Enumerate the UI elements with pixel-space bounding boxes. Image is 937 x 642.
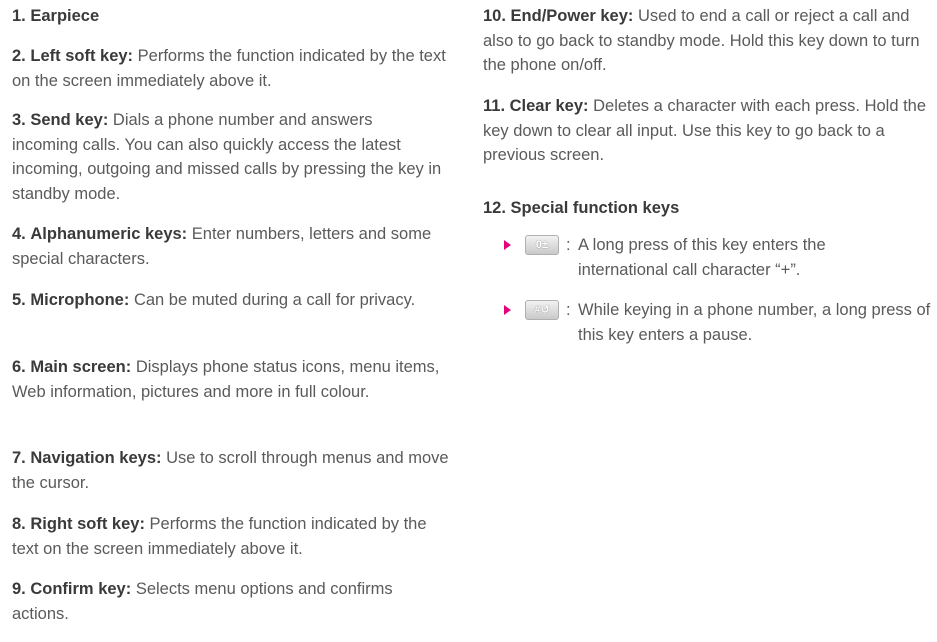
item-description: Can be muted during a call for privacy. [133, 291, 416, 309]
list-item: 8. Right soft key: Performs the function… [12, 512, 452, 561]
list-item: 3. Send key: Dials a phone number and an… [12, 108, 442, 206]
hash-key-icon: #↺ [525, 300, 559, 320]
item-number: 9. [12, 580, 26, 598]
item-term: Send key: [30, 111, 109, 129]
item-term: Earpiece [30, 7, 100, 25]
triangle-bullet-icon [504, 240, 511, 250]
item-term: Clear key: [509, 97, 589, 115]
separator-colon: : [566, 236, 571, 254]
item-term: Navigation keys: [30, 449, 162, 467]
item-term: Special function keys [510, 199, 680, 217]
item-number: 11. [483, 97, 506, 115]
zero-key-icon: 0± [525, 235, 559, 255]
list-item: 10. End/Power key: Used to end a call or… [483, 4, 933, 78]
list-item: 9. Confirm key: Selects menu options and… [12, 577, 452, 626]
list-item: 11. Clear key: Deletes a character with … [483, 94, 937, 168]
item-term: Confirm key: [30, 580, 132, 598]
list-item: 7. Navigation keys: Use to scroll throug… [12, 446, 452, 495]
item-number: 5. [12, 291, 26, 309]
item-number: 3. [12, 111, 26, 129]
item-number: 12. [483, 199, 506, 217]
item-term: Right soft key: [30, 515, 145, 533]
item-term: Alphanumeric keys: [30, 225, 188, 243]
list-item: 4. Alphanumeric keys: Enter numbers, let… [12, 222, 437, 271]
special-key-entry: 0± : A long press of this key enters the… [504, 233, 834, 282]
item-number: 6. [12, 358, 26, 376]
special-key-entry: #↺ : While keying in a phone number, a l… [504, 298, 937, 347]
item-number: 7. [12, 449, 26, 467]
item-term: Main screen: [30, 358, 132, 376]
item-number: 2. [12, 47, 26, 65]
item-number: 4. [12, 225, 26, 243]
item-term: Left soft key: [30, 47, 134, 65]
separator-colon: : [566, 301, 571, 319]
item-number: 1. [12, 7, 26, 25]
list-item: 5. Microphone: Can be muted during a cal… [12, 288, 432, 313]
triangle-bullet-icon [504, 305, 511, 315]
list-item: 6. Main screen: Displays phone status ic… [12, 355, 444, 404]
item-term: Microphone: [30, 291, 130, 309]
list-item: 1. Earpiece [12, 4, 452, 29]
item-number: 8. [12, 515, 26, 533]
item-term: End/Power key: [510, 7, 634, 25]
item-number: 10. [483, 7, 506, 25]
list-item: 12. Special function keys [483, 196, 933, 221]
list-item: 2. Left soft key: Performs the function … [12, 44, 452, 93]
